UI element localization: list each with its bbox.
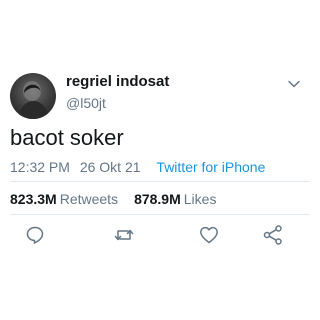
action-bar (0, 224, 320, 248)
like-icon[interactable] (198, 224, 220, 246)
share-icon[interactable] (262, 224, 284, 246)
divider (10, 214, 310, 215)
display-name[interactable]: regriel indosat (66, 73, 169, 90)
user-handle[interactable]: @l50jt (66, 95, 106, 111)
chevron-down-icon[interactable] (286, 76, 302, 92)
likes-stat[interactable]: 878.9M Likes (134, 191, 216, 207)
tweet-date: 26 Okt 21 (79, 159, 141, 175)
tweet-time: 12:32 PM (10, 159, 70, 175)
tweet-card: regriel indosat @l50jt bacot soker 12:32… (0, 0, 320, 320)
retweets-stat[interactable]: 823.3M Retweets (10, 191, 118, 207)
retweet-icon[interactable] (113, 224, 135, 246)
tweet-metadata: 12:32 PM 26 Okt 21 Twitter for iPhone (10, 159, 271, 175)
tweet-text: bacot soker (10, 125, 124, 150)
profile-photo-icon (18, 81, 50, 119)
reply-icon[interactable] (24, 224, 46, 246)
divider (10, 181, 310, 182)
engagement-stats: 823.3M Retweets 878.9M Likes (10, 191, 216, 207)
likes-label: Likes (183, 191, 217, 207)
retweets-count: 823.3M (10, 191, 57, 207)
likes-count: 878.9M (134, 191, 181, 207)
avatar[interactable] (10, 73, 56, 119)
retweets-label: Retweets (59, 191, 119, 207)
tweet-source-link[interactable]: Twitter for iPhone (156, 159, 265, 175)
